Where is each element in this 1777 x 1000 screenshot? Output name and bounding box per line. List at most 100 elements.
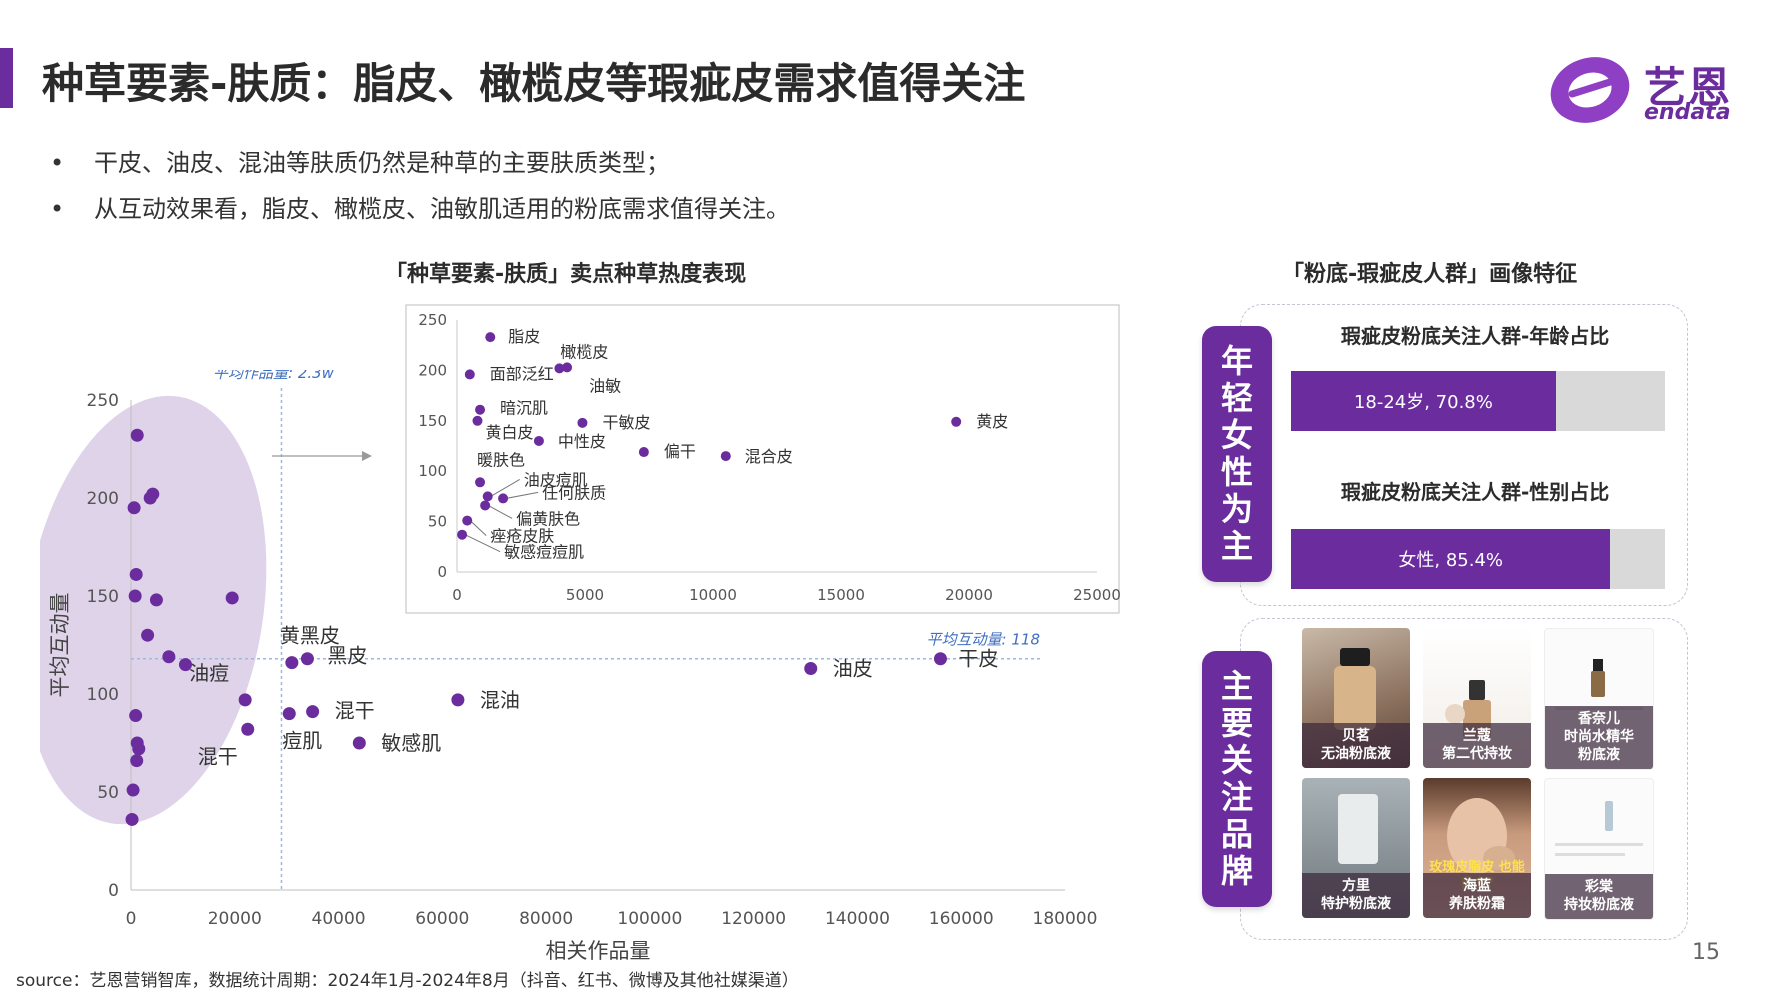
x-tick-label: 0 — [126, 909, 137, 929]
brand-card: 香奈儿 时尚水精华 粉底液 — [1544, 628, 1654, 770]
brand-caption: 彩棠 持妆粉底液 — [1545, 874, 1653, 919]
inset-data-point — [475, 404, 486, 415]
brand-card: 方里 特护粉底液 — [1302, 778, 1410, 918]
data-point — [451, 693, 465, 707]
gender-bar-title: 瑕疵皮粉底关注人群-性别占比 — [1341, 480, 1610, 504]
brand-caption: 方里 特护粉底液 — [1302, 873, 1410, 918]
brand-product: 无油粉底液 — [1321, 746, 1391, 762]
bullet-list: • 干皮、油皮、混油等肤质仍然是种草的主要肤质类型； • 从互动效果看，脂皮、橄榄皮… — [50, 140, 790, 232]
brand-card: 兰蔻 第二代持妆 — [1423, 628, 1531, 768]
point-label: 油痘 — [189, 661, 229, 685]
point-label: 痘肌 — [282, 729, 322, 753]
inset-point-label: 敏感痘痘肌 — [504, 543, 584, 562]
brand-caption: 海蓝 养肤粉霜 — [1423, 873, 1531, 918]
data-point — [132, 742, 146, 756]
endata-logo-icon — [1550, 57, 1630, 123]
x-tick-label: 180000 — [1033, 909, 1098, 929]
page-title: 种草要素-肤质：脂皮、橄榄皮等瑕疵皮需求值得关注 — [42, 59, 1026, 108]
inset-point-label: 干敏皮 — [602, 413, 650, 432]
inset-y-tick-label: 50 — [428, 513, 447, 531]
brand-card: 玫瑰皮脂皮 也能 自由? 海蓝养肤粉霜 — [1423, 778, 1531, 918]
inset-data-point — [638, 447, 649, 458]
data-point — [130, 754, 144, 768]
y-tick-label: 200 — [87, 489, 119, 509]
y-tick-label: 50 — [97, 783, 119, 803]
inset-data-point — [720, 451, 731, 462]
inset-point-label: 黄白皮 — [485, 423, 533, 442]
panel1-vertical-label: 年轻女性为主 — [1202, 326, 1272, 582]
y-tick-label: 250 — [87, 391, 119, 411]
point-label: 混干 — [198, 744, 238, 768]
y-tick-label: 150 — [87, 587, 119, 607]
bullet-item: • 干皮、油皮、混油等肤质仍然是种草的主要肤质类型； — [50, 149, 670, 177]
inset-data-point — [472, 415, 483, 426]
inset-data-point — [562, 362, 573, 373]
source-note: source：艺恩营销智库，数据统计周期：2024年1月-2024年8月（抖音、… — [16, 971, 799, 991]
y-tick-label: 0 — [108, 881, 119, 901]
inset-x-tick-label: 25000 — [1073, 586, 1120, 604]
vertical-label-char: 注 — [1220, 778, 1253, 816]
inset-y-tick-label: 150 — [418, 412, 447, 430]
brand-caption: 兰蔻 第二代持妆 — [1423, 723, 1531, 768]
x-tick-label: 120000 — [721, 909, 786, 929]
data-point — [126, 783, 140, 797]
brand-name: 方里 — [1342, 878, 1370, 894]
vertical-label-char: 轻 — [1220, 379, 1253, 417]
bullet-item: • 从互动效果看，脂皮、橄榄皮、油敏肌适用的粉底需求值得关注。 — [50, 195, 790, 223]
age-bar-fill: 18-24岁, 70.8% — [1291, 371, 1556, 431]
gender-bar-fill: 女性, 85.4% — [1291, 529, 1611, 589]
y-axis-title: 平均互动量 — [48, 593, 72, 698]
inset-point-label: 黄皮 — [976, 412, 1008, 431]
brand-product: 养肤粉霜 — [1449, 896, 1505, 912]
data-point — [141, 628, 155, 642]
brand-card: 彩棠 持妆粉底液 — [1544, 778, 1654, 920]
inset-data-point — [533, 435, 544, 446]
left-chart-title: 「种草要素-肤质」卖点种草热度表现 — [385, 262, 747, 287]
inset-point-label: 橄榄皮 — [560, 342, 608, 361]
inset-data-point — [485, 332, 496, 343]
inset-data-point — [462, 515, 473, 526]
bullet-text: 干皮、油皮、混油等肤质仍然是种草的主要肤质类型； — [94, 149, 670, 177]
point-label: 干皮 — [958, 647, 998, 671]
inset-data-point — [577, 417, 588, 428]
x-tick-label: 40000 — [312, 909, 366, 929]
vertical-label-char: 要 — [1220, 704, 1253, 742]
data-point — [804, 662, 818, 676]
vertical-label-char: 品 — [1220, 815, 1253, 853]
brand-product: 特护粉底液 — [1321, 896, 1391, 912]
inset-x-tick-label: 10000 — [689, 586, 737, 604]
x-tick-label: 100000 — [617, 909, 682, 929]
data-point — [282, 707, 296, 721]
inset-data-point — [457, 529, 468, 540]
data-point — [238, 693, 252, 707]
point-label: 油皮 — [833, 657, 873, 681]
inset-point-label: 脂皮 — [508, 327, 540, 346]
x-tick-label: 140000 — [825, 909, 890, 929]
data-point — [162, 650, 176, 664]
vertical-label-char: 主 — [1220, 667, 1253, 705]
brand-caption: 贝茗 无油粉底液 — [1302, 723, 1410, 768]
x-tick-label: 80000 — [519, 909, 573, 929]
inset-scatter-chart: 0 50 100 150 200 250 0 5000 10000 15000 20000 25000… — [405, 304, 1120, 614]
vertical-label-char: 女 — [1220, 416, 1253, 454]
inset-point-label: 暗沉肌 — [500, 399, 548, 418]
y-tick-label: 100 — [87, 685, 119, 705]
data-point — [128, 589, 142, 603]
data-point — [143, 491, 157, 505]
title-accent-bar — [0, 48, 13, 108]
ref-line-vertical-label: 平均作品量: 2.3w — [213, 370, 335, 382]
inset-data-point — [482, 491, 493, 502]
vertical-label-char: 性 — [1220, 453, 1253, 491]
panel2-vertical-label: 主要关注品牌 — [1202, 651, 1272, 907]
inset-point-label: 油敏 — [589, 376, 621, 395]
point-label: 混油 — [480, 688, 520, 712]
inset-y-tick-label: 250 — [418, 311, 447, 329]
logo-en-text: endata — [1644, 100, 1731, 125]
inset-point-label: 偏干 — [664, 442, 696, 461]
inset-data-point — [498, 493, 509, 504]
inset-data-point — [951, 416, 962, 427]
inset-y-tick-label: 0 — [437, 563, 447, 581]
brand-name: 兰蔻 — [1463, 728, 1491, 744]
inset-point-label: 任何肤质 — [542, 483, 606, 502]
point-label: 黄黑皮 — [280, 624, 340, 648]
